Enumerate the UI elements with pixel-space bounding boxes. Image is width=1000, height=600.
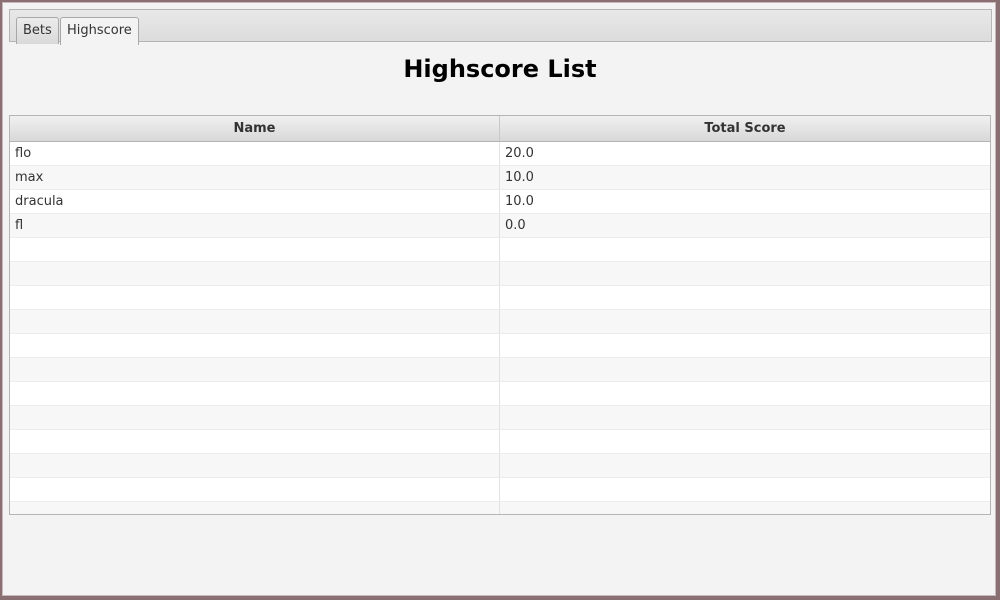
table-row[interactable]: dracula 10.0 xyxy=(10,190,990,214)
cell-total-score xyxy=(500,310,990,333)
table-row[interactable] xyxy=(10,406,990,430)
cell-name xyxy=(10,262,500,285)
cell-total-score xyxy=(500,262,990,285)
cell-total-score xyxy=(500,334,990,357)
table-row[interactable] xyxy=(10,238,990,262)
table-row[interactable] xyxy=(10,262,990,286)
cell-total-score xyxy=(500,238,990,261)
cell-name xyxy=(10,478,500,501)
page-title: Highscore List xyxy=(403,55,597,83)
cell-name xyxy=(10,430,500,453)
table-row[interactable] xyxy=(10,310,990,334)
column-header-name[interactable]: Name xyxy=(10,116,500,141)
cell-name xyxy=(10,382,500,405)
app-window: Bets Highscore Highscore List Name Total… xyxy=(2,2,996,596)
tab-highscore[interactable]: Highscore xyxy=(60,17,139,45)
cell-total-score xyxy=(500,286,990,309)
highscore-table[interactable]: Name Total Score flo 20.0 max 10.0 dracula 10… xyxy=(9,115,991,515)
cell-name: dracula xyxy=(10,190,500,213)
cell-name: fl xyxy=(10,214,500,237)
cell-name xyxy=(10,406,500,429)
cell-total-score xyxy=(500,454,990,477)
cell-name: flo xyxy=(10,142,500,165)
table-row[interactable]: max 10.0 xyxy=(10,166,990,190)
table-header: Name Total Score xyxy=(10,116,990,142)
table-row[interactable] xyxy=(10,478,990,502)
cell-total-score: 0.0 xyxy=(505,218,526,233)
cell-total-score: 10.0 xyxy=(505,170,534,185)
cell-total-score xyxy=(500,502,990,514)
cell-total-score xyxy=(500,358,990,381)
table-row[interactable] xyxy=(10,430,990,454)
tab-bar: Bets Highscore xyxy=(9,9,992,45)
cell-name xyxy=(10,454,500,477)
cell-total-score xyxy=(500,406,990,429)
cell-name xyxy=(10,310,500,333)
cell-name xyxy=(10,334,500,357)
cell-name xyxy=(10,502,500,514)
table-row[interactable]: flo 20.0 xyxy=(10,142,990,166)
table-row[interactable]: fl 0.0 xyxy=(10,214,990,238)
cell-total-score: 10.0 xyxy=(505,194,534,209)
cell-total-score: 20.0 xyxy=(505,146,534,161)
tab-bets[interactable]: Bets xyxy=(16,17,59,44)
table-row[interactable] xyxy=(10,502,990,514)
cell-name: max xyxy=(10,166,500,189)
table-body: flo 20.0 max 10.0 dracula 10.0 fl 0.0 xyxy=(10,142,990,514)
cell-total-score xyxy=(500,430,990,453)
table-row[interactable] xyxy=(10,358,990,382)
table-row[interactable] xyxy=(10,286,990,310)
cell-name xyxy=(10,238,500,261)
table-row[interactable] xyxy=(10,382,990,406)
cell-total-score xyxy=(500,478,990,501)
column-header-total-score[interactable]: Total Score xyxy=(500,116,990,141)
cell-name xyxy=(10,286,500,309)
table-row[interactable] xyxy=(10,334,990,358)
cell-total-score xyxy=(500,382,990,405)
cell-name xyxy=(10,358,500,381)
table-row[interactable] xyxy=(10,454,990,478)
